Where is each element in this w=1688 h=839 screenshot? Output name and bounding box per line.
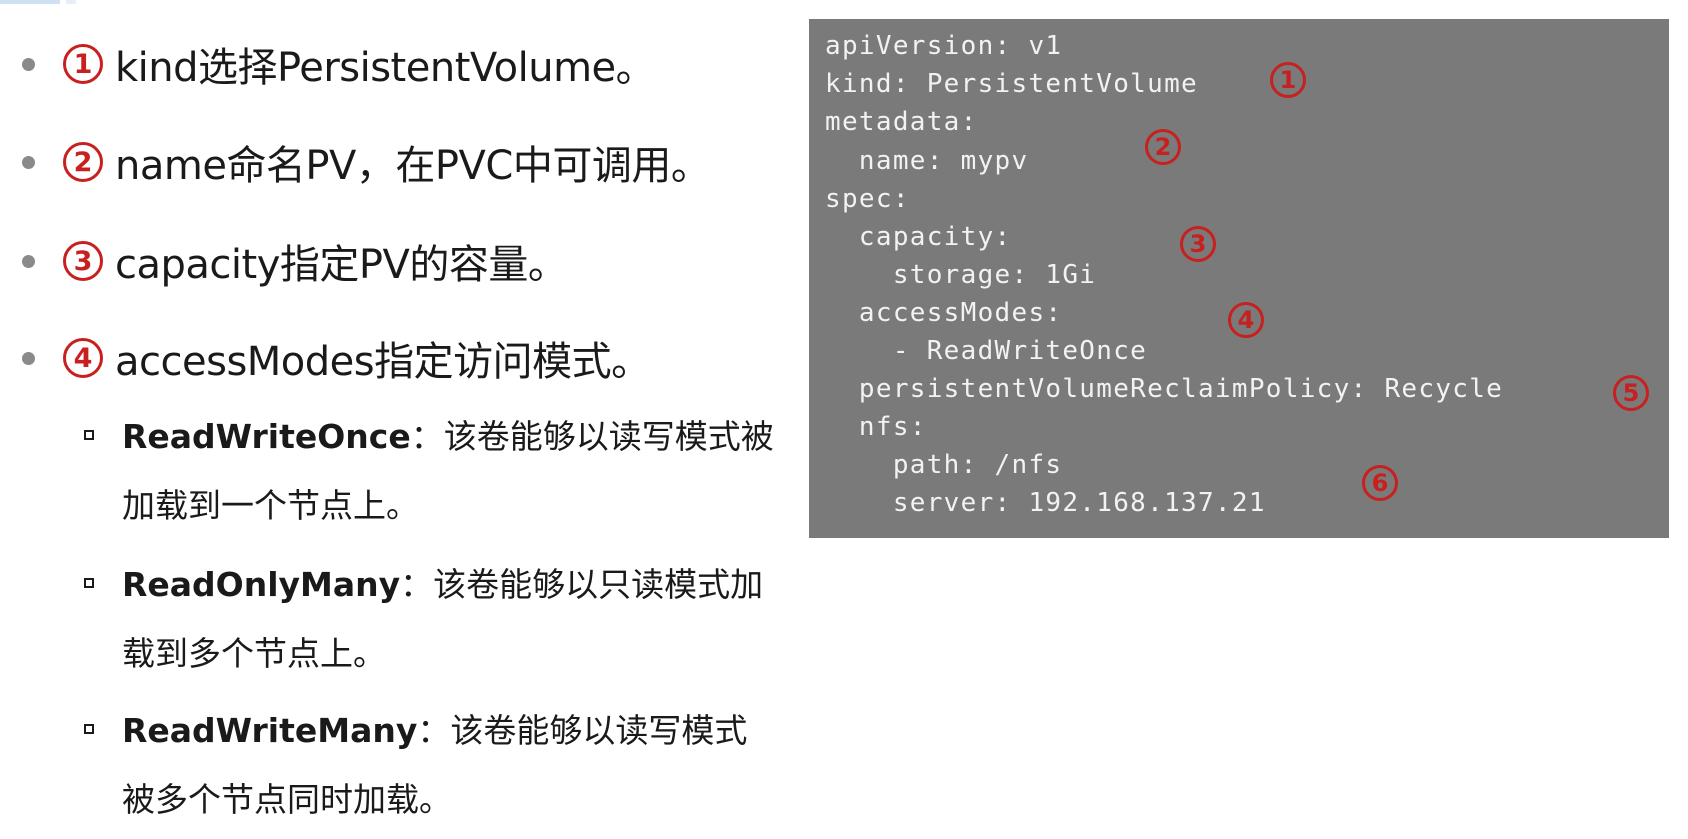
- circled-number-2: 2: [63, 142, 103, 182]
- circled-number-3: 3: [63, 241, 103, 281]
- bullet-text: capacity指定PV的容量。: [115, 242, 568, 288]
- square-bullet-icon: [84, 578, 94, 588]
- bullet-dot-icon: [22, 254, 35, 268]
- sub-item-line-2: 被多个节点同时加载。: [122, 780, 452, 819]
- access-mode-desc: ：该卷能够以读写模式被: [410, 417, 774, 456]
- circled-number-4: 4: [63, 338, 103, 378]
- code-line-accessmodes: accessModes:: [825, 298, 1063, 328]
- square-bullet-icon: [84, 430, 94, 440]
- bullet-item-name: 2 name命名PV，在PVC中可调用。: [22, 132, 711, 192]
- code-line-metadata: metadata:: [825, 107, 978, 137]
- access-mode-desc: ：该卷能够以读写模式: [417, 711, 748, 750]
- bullet-text: name命名PV，在PVC中可调用。: [115, 143, 711, 189]
- bullet-dot-icon: [22, 351, 35, 365]
- code-line-nfs: nfs:: [825, 412, 927, 442]
- sub-item-line-2: 加载到一个节点上。: [122, 486, 419, 525]
- code-line-readwriteonce: - ReadWriteOnce: [825, 336, 1148, 366]
- access-mode-term: ReadOnlyMany: [122, 565, 401, 604]
- yaml-code-block: apiVersion: v1 kind: PersistentVolume me…: [809, 19, 1669, 538]
- code-marker-2: 2: [1145, 129, 1181, 165]
- bullet-item-access-modes: 4 accessModes指定访问模式。: [22, 328, 651, 388]
- access-mode-desc: ：该卷能够以只读模式加: [400, 565, 764, 604]
- sub-item-line-1: ReadWriteMany：该卷能够以读写模式: [122, 698, 747, 764]
- sub-item-line-1: ReadOnlyMany：该卷能够以只读模式加: [122, 552, 763, 618]
- code-line-reclaim-policy: persistentVolumeReclaimPolicy: Recycle: [825, 374, 1504, 404]
- bullet-dot-icon: [22, 57, 35, 71]
- bullet-dot-icon: [22, 155, 35, 169]
- code-line-server: server: 192.168.137.21: [825, 488, 1266, 518]
- code-marker-5: 5: [1613, 375, 1649, 411]
- top-tab-indicator-secondary: [66, 0, 76, 4]
- access-mode-term: ReadWriteOnce: [122, 417, 411, 456]
- code-line-capacity: capacity:: [825, 222, 1012, 252]
- access-mode-term: ReadWriteMany: [122, 711, 418, 750]
- code-line-storage: storage: 1Gi: [825, 260, 1097, 290]
- bullet-text: kind选择PersistentVolume。: [115, 45, 656, 91]
- code-line-kind: kind: PersistentVolume: [825, 69, 1198, 99]
- bullet-item-capacity: 3 capacity指定PV的容量。: [22, 231, 568, 291]
- code-line-spec: spec:: [825, 184, 910, 214]
- code-line-name: name: mypv: [825, 146, 1029, 176]
- bullet-item-kind: 1 kind选择PersistentVolume。: [22, 34, 656, 94]
- code-line-path: path: /nfs: [825, 450, 1063, 480]
- top-tab-indicator: [0, 0, 60, 4]
- bullet-text: accessModes指定访问模式。: [115, 339, 651, 385]
- code-marker-3: 3: [1180, 226, 1216, 262]
- code-marker-4: 4: [1228, 302, 1264, 338]
- square-bullet-icon: [84, 724, 94, 734]
- sub-item-line-1: ReadWriteOnce：该卷能够以读写模式被: [122, 404, 774, 470]
- code-marker-1: 1: [1270, 62, 1306, 98]
- code-line-apiversion: apiVersion: v1: [825, 31, 1063, 61]
- code-marker-6: 6: [1362, 465, 1398, 501]
- circled-number-1: 1: [63, 44, 103, 84]
- sub-item-line-2: 载到多个节点上。: [122, 634, 386, 673]
